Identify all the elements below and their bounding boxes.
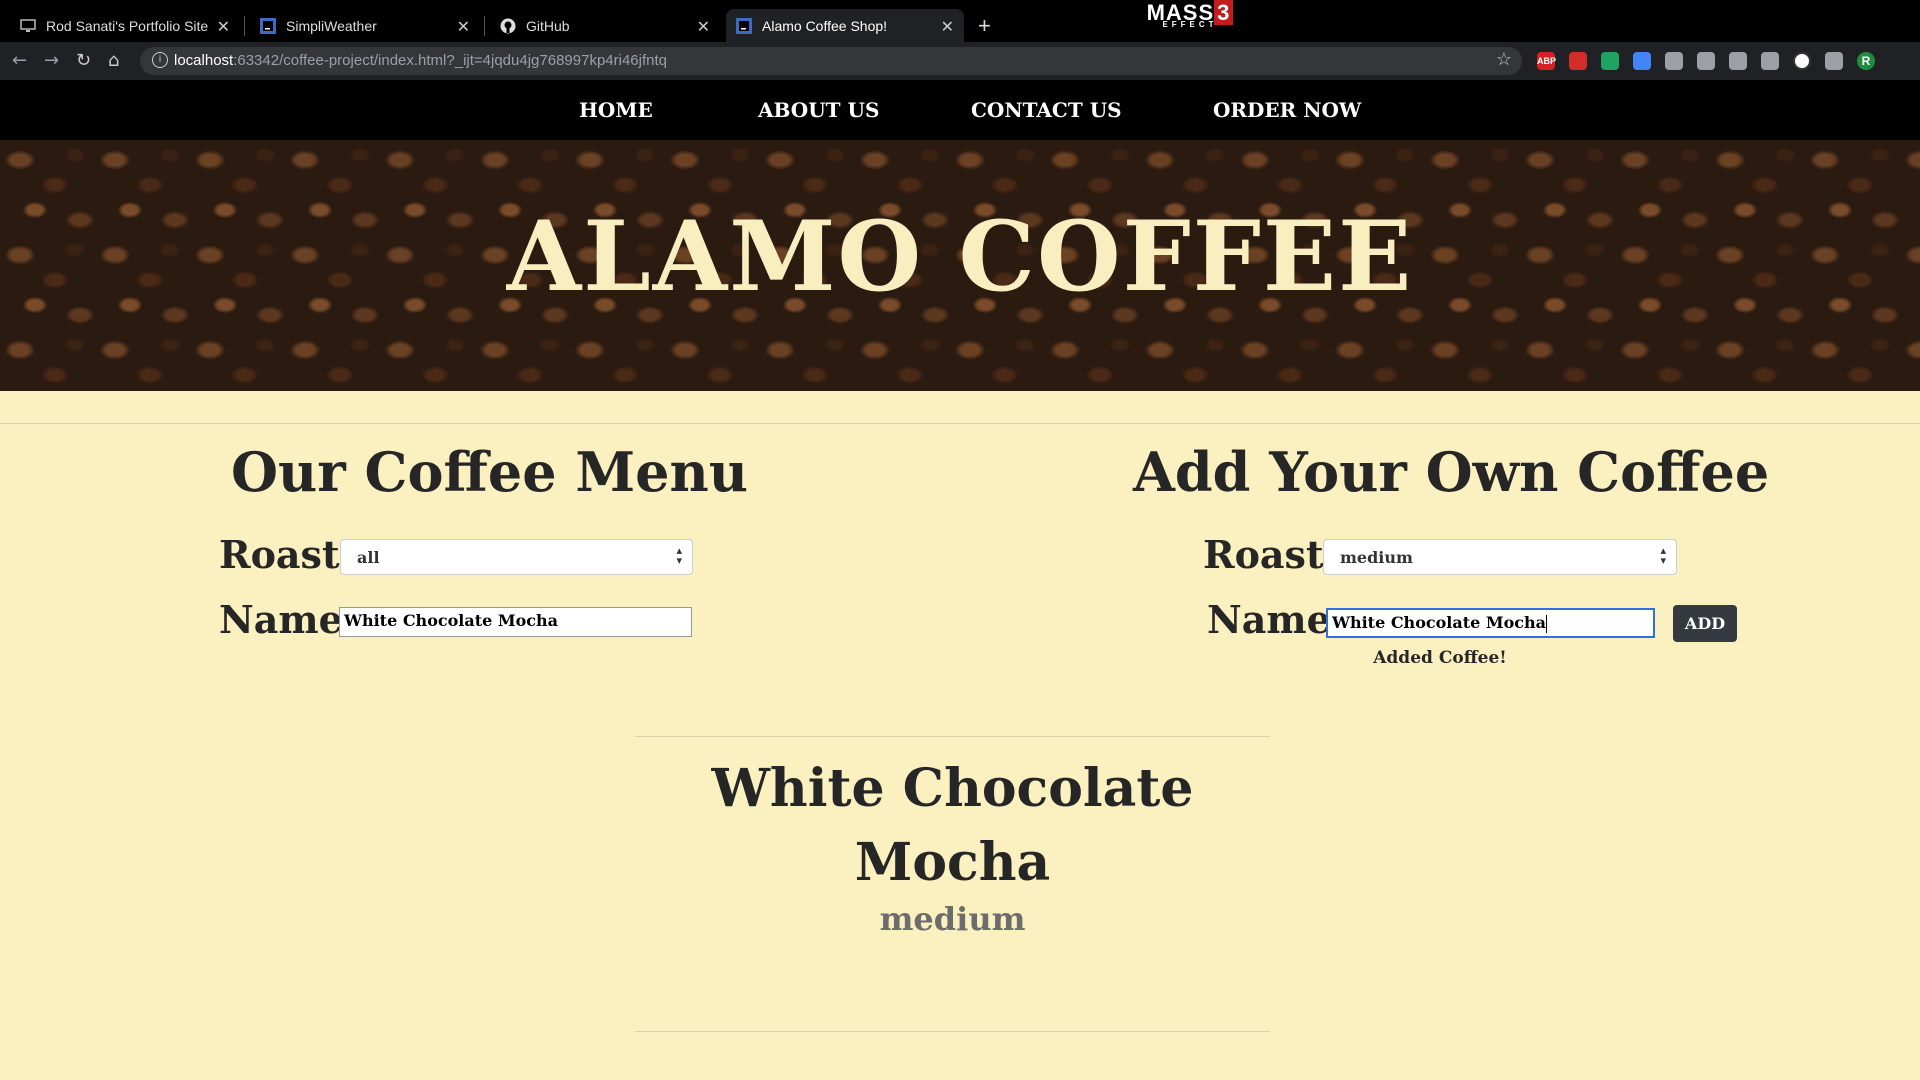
dark-reader-icon[interactable]: [1729, 52, 1747, 70]
green-dot-icon[interactable]: [1601, 52, 1619, 70]
hero-title: ALAMO COFFEE: [506, 200, 1414, 313]
menu-heading: Our Coffee Menu: [231, 440, 749, 504]
close-tab-icon[interactable]: ✕: [217, 17, 230, 37]
close-tab-icon[interactable]: ✕: [941, 17, 954, 37]
nav-order-now[interactable]: ORDER NOW: [1213, 98, 1361, 122]
profile-avatar[interactable]: R: [1857, 52, 1875, 70]
forward-icon[interactable]: →: [44, 50, 59, 71]
menu-name-label: Name: [219, 597, 343, 642]
tab-simpliweather[interactable]: SimpliWeather ✕: [240, 9, 480, 42]
tab-title: Rod Sanati's Portfolio Site: [46, 17, 209, 34]
tab-github[interactable]: GitHub ✕: [480, 9, 720, 42]
tab-alamo-coffee[interactable]: Alamo Coffee Shop! ✕: [726, 9, 964, 42]
new-tab-button[interactable]: +: [978, 13, 991, 39]
site-navbar: HOME ABOUT US CONTACT US ORDER NOW: [0, 80, 1920, 140]
intellij-icon: [260, 17, 276, 34]
info-icon[interactable]: i: [152, 52, 168, 68]
card-bottom-divider: [635, 1031, 1270, 1032]
card-top-divider: [635, 736, 1270, 737]
url-text[interactable]: localhost:63342/coffee-project/index.htm…: [174, 52, 667, 69]
back-icon[interactable]: ←: [12, 50, 27, 71]
select-arrows-icon: ▴ ▾: [676, 544, 682, 567]
grammarly-icon[interactable]: [1793, 52, 1811, 70]
browser-tab-bar: Rod Sanati's Portfolio Site ✕ SimpliWeat…: [0, 0, 1920, 42]
adblock-icon[interactable]: ABP: [1537, 52, 1556, 70]
nav-home[interactable]: HOME: [579, 98, 653, 122]
home-icon[interactable]: ⌂: [108, 50, 119, 71]
add-coffee-heading: Add Your Own Coffee: [1133, 440, 1770, 504]
close-tab-icon[interactable]: ✕: [697, 17, 710, 37]
puzzle-icon[interactable]: [1825, 52, 1843, 70]
address-bar[interactable]: i localhost:63342/coffee-project/index.h…: [140, 47, 1522, 75]
close-tab-icon[interactable]: ✕: [457, 17, 470, 37]
select-arrows-icon: ▴ ▾: [1660, 544, 1666, 567]
tab-title: GitHub: [526, 17, 570, 34]
translate-icon[interactable]: [1633, 52, 1651, 70]
menu-roast-select[interactable]: all ▴ ▾: [340, 539, 693, 575]
vue-icon[interactable]: [1697, 52, 1715, 70]
add-button[interactable]: ADD: [1673, 605, 1737, 642]
react-devtools-icon[interactable]: [1665, 52, 1683, 70]
theme-logo: MASS 3 EFFECT: [1136, 0, 1244, 29]
add-roast-select[interactable]: medium ▴ ▾: [1323, 539, 1677, 575]
github-icon: [500, 18, 516, 34]
reload-icon[interactable]: ↻: [76, 50, 91, 71]
nav-contact-us[interactable]: CONTACT US: [971, 98, 1122, 122]
browser-toolbar: ← → ↻ ⌂ i localhost:63342/coffee-project…: [0, 42, 1920, 80]
menu-roast-label: Roast: [219, 532, 340, 577]
nav-about-us[interactable]: ABOUT US: [758, 98, 879, 122]
tab-title: Alamo Coffee Shop!: [762, 17, 888, 34]
coffee-name: White Chocolate Mocha: [711, 758, 1194, 893]
hero-banner: ALAMO COFFEE: [0, 140, 1920, 391]
pencil-icon[interactable]: [1761, 52, 1779, 70]
monitor-icon: [20, 18, 36, 34]
section-divider: [0, 423, 1920, 424]
bookmark-star-icon[interactable]: ☆: [1496, 49, 1512, 70]
tab-title: SimpliWeather: [286, 17, 377, 34]
coffee-roast: medium: [879, 900, 1026, 938]
add-name-input[interactable]: White Chocolate Mocha: [1326, 608, 1655, 638]
intellij-icon: [736, 17, 752, 34]
add-name-label: Name: [1207, 597, 1331, 642]
menu-name-input[interactable]: White Chocolate Mocha: [339, 607, 692, 637]
tab-portfolio[interactable]: Rod Sanati's Portfolio Site ✕: [0, 9, 240, 42]
add-roast-label: Roast: [1203, 532, 1324, 577]
status-message: Added Coffee!: [1373, 648, 1507, 668]
lastpass-icon[interactable]: [1569, 52, 1587, 70]
